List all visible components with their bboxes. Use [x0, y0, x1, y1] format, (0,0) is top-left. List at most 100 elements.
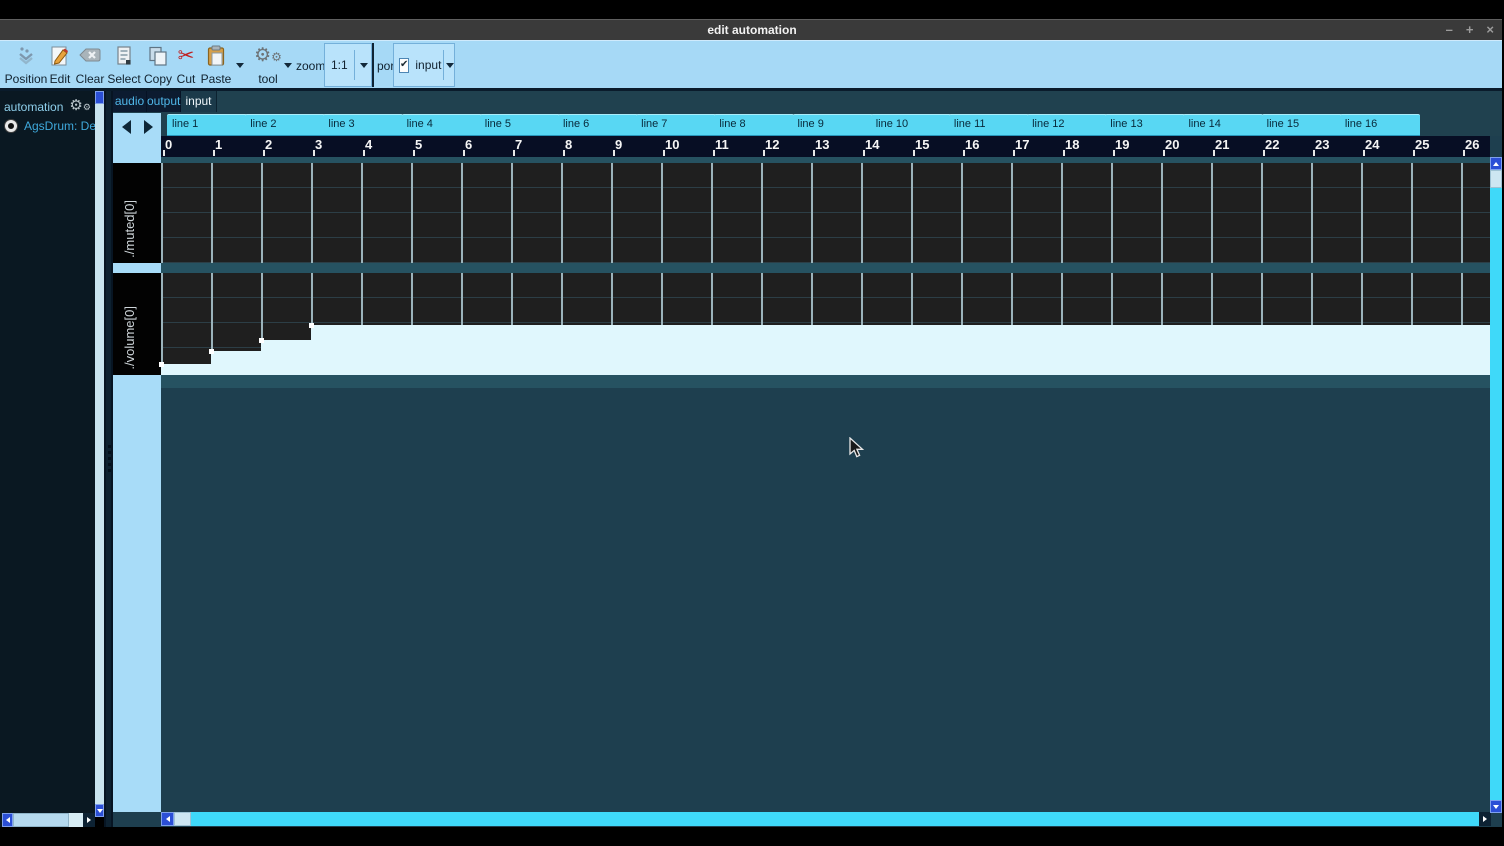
scroll-right-button[interactable]: [1479, 812, 1491, 826]
paste-dropdown-arrow-icon[interactable]: [236, 63, 244, 68]
ruler-number: 19: [1115, 137, 1129, 152]
edit-automation-window: edit automation – + × Position: [0, 0, 1504, 846]
ruler-tick: [1013, 150, 1015, 156]
line-header-row: line 1line 2line 3line 4line 5line 6line…: [161, 113, 1490, 136]
ruler-number: 6: [465, 137, 472, 152]
ruler-number: 14: [865, 137, 879, 152]
ruler-tick: [863, 150, 865, 156]
scroll-left-button[interactable]: [161, 812, 174, 826]
scroll-left-button[interactable]: [2, 813, 13, 827]
position-icon: [15, 44, 37, 68]
ruler-tick: [613, 150, 615, 156]
automation-point[interactable]: [259, 338, 264, 343]
line-header: line 13: [1105, 114, 1185, 137]
scroll-right-button[interactable]: [83, 813, 95, 827]
line-header: line 2: [245, 114, 325, 137]
line-header: line 7: [636, 114, 716, 137]
line-header: line 3: [323, 114, 403, 137]
ruler-number: 13: [815, 137, 829, 152]
paned-separator[interactable]: [104, 91, 113, 827]
ruler-tick: [1213, 150, 1215, 156]
clear-button[interactable]: Clear: [74, 44, 106, 86]
scroll-down-button[interactable]: [95, 804, 104, 817]
paste-button[interactable]: Paste: [198, 44, 234, 86]
scroll-up-button[interactable]: [1490, 157, 1502, 170]
tab-input[interactable]: input: [181, 91, 217, 112]
paned-grip-icon[interactable]: [108, 445, 111, 475]
scrollbar-handle[interactable]: [1490, 170, 1502, 188]
select-button[interactable]: Select: [106, 44, 142, 86]
automation-point[interactable]: [309, 323, 314, 328]
toolbar: Position Edit Clear: [0, 40, 1504, 88]
ruler-number: 3: [315, 137, 322, 152]
ruler-tick: [963, 150, 965, 156]
automation-step[interactable]: [311, 325, 1490, 375]
tab-output[interactable]: output: [147, 91, 181, 112]
automation-point[interactable]: [159, 362, 164, 367]
ruler-number: 9: [615, 137, 622, 152]
volume-automation-area: [161, 273, 1490, 375]
ruler-number: 18: [1065, 137, 1079, 152]
ruler-tick: [1113, 150, 1115, 156]
copy-button[interactable]: Copy: [142, 44, 174, 86]
zoom-label: zoom: [296, 59, 325, 73]
editor-vertical-scrollbar[interactable]: [1490, 157, 1502, 813]
ruler-number: 10: [665, 137, 679, 152]
ruler-number: 24: [1365, 137, 1379, 152]
minimize-button[interactable]: –: [1446, 23, 1453, 37]
combo-divider: [354, 50, 355, 80]
cut-button[interactable]: ✂ Cut: [174, 44, 198, 86]
zoom-combobox[interactable]: 1:1: [324, 43, 372, 87]
position-label: Position: [5, 73, 48, 86]
copy-label: Copy: [144, 73, 172, 86]
scrollbar-handle[interactable]: [174, 812, 191, 826]
line-header: line 16: [1340, 114, 1420, 137]
scroll-lines-left-button[interactable]: [116, 117, 136, 137]
tab-input-label: input: [185, 94, 211, 108]
edit-button[interactable]: Edit: [46, 44, 74, 86]
ruler-tick: [763, 150, 765, 156]
scrollbar-handle[interactable]: [13, 813, 69, 827]
line-header: line 10: [871, 114, 951, 137]
line-header: line 14: [1183, 114, 1263, 137]
tool-dropdown-arrow-icon[interactable]: [284, 63, 292, 68]
automation-header[interactable]: automation ⚙⚙: [4, 96, 109, 117]
tool-button[interactable]: ⚙⚙ tool: [252, 44, 284, 86]
maximize-button[interactable]: +: [1466, 23, 1474, 37]
position-button[interactable]: Position: [4, 44, 48, 86]
radio-selected-icon[interactable]: [4, 119, 18, 133]
ruler-number: 12: [765, 137, 779, 152]
edit-icon: [49, 44, 71, 68]
sidebar-horizontal-scrollbar[interactable]: [2, 813, 95, 827]
ruler-tick: [513, 150, 515, 156]
scrollbar-handle[interactable]: [95, 91, 104, 104]
tab-audio-label: audio: [115, 94, 144, 108]
cut-icon: ✂: [178, 44, 195, 68]
port-checkbox[interactable]: ✔: [399, 58, 409, 73]
scroll-lines-right-button[interactable]: [138, 117, 158, 137]
automation-step[interactable]: [261, 340, 311, 375]
muted-automation-lane[interactable]: [161, 163, 1490, 263]
zoom-dropdown-arrow-icon[interactable]: [357, 63, 371, 68]
lane-label-muted: ./muted[0]: [113, 163, 161, 263]
port-combobox[interactable]: ✔ input: [393, 43, 455, 87]
sidebar-vertical-scrollbar[interactable]: [95, 91, 104, 817]
ruler-tick: [1163, 150, 1165, 156]
line-header: line 9: [793, 114, 873, 137]
automation-step[interactable]: [211, 351, 261, 375]
ruler-number: 22: [1265, 137, 1279, 152]
volume-automation-lane[interactable]: [161, 273, 1490, 375]
ruler-tick: [463, 150, 465, 156]
automation-step[interactable]: [161, 364, 211, 375]
tab-audio[interactable]: audio: [113, 91, 147, 112]
line-header: line 6: [558, 114, 638, 137]
port-dropdown-arrow-icon[interactable]: [446, 63, 454, 68]
editor-horizontal-scrollbar[interactable]: [161, 812, 1491, 826]
lane-divider: [161, 263, 1490, 273]
line-header: line 5: [480, 114, 560, 137]
ruler-tick: [713, 150, 715, 156]
automation-header-label: automation: [4, 100, 63, 114]
automation-point[interactable]: [209, 349, 214, 354]
scroll-down-button[interactable]: [1490, 800, 1502, 813]
close-button[interactable]: ×: [1486, 23, 1494, 37]
